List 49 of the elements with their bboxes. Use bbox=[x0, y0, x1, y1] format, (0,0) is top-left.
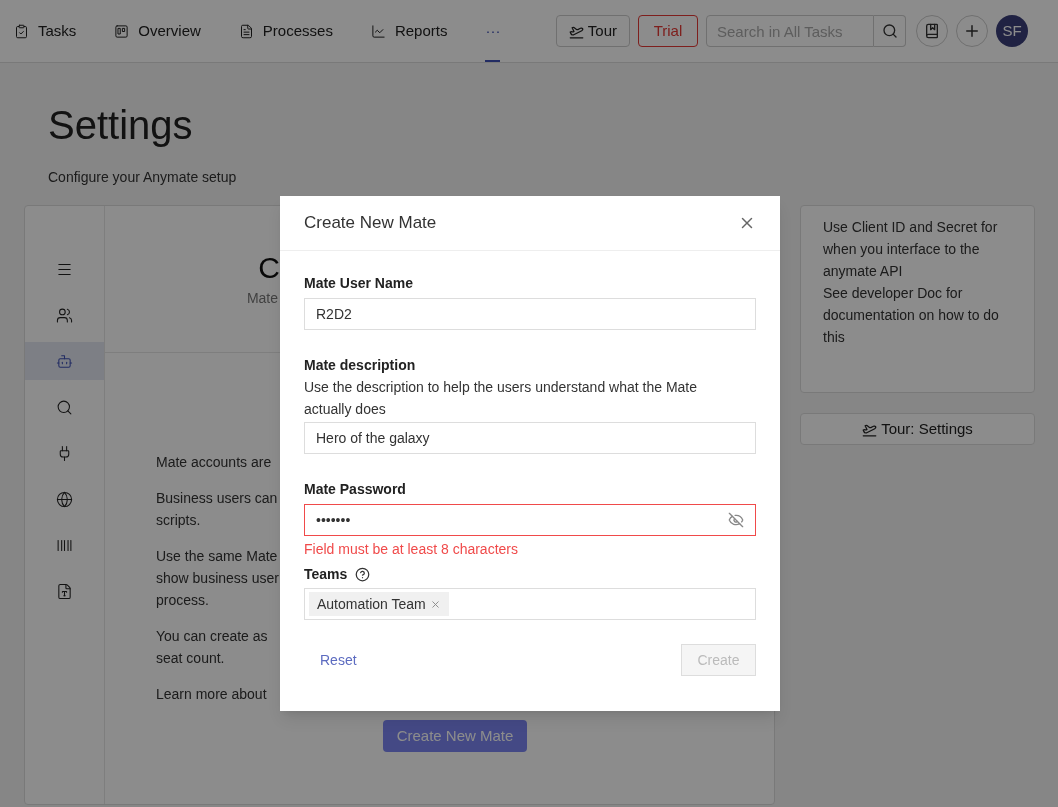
trial-button[interactable]: Trial bbox=[638, 15, 698, 47]
user-avatar[interactable]: SF bbox=[996, 15, 1028, 47]
field-label: Mate Password bbox=[304, 480, 407, 499]
section-heading: C bbox=[258, 250, 280, 286]
page-subtitle: Configure your Anymate setup bbox=[48, 168, 238, 187]
description-field[interactable]: Hero of the galaxy bbox=[304, 422, 756, 454]
line-chart-icon bbox=[370, 23, 386, 39]
section-subheading: Mate bbox=[246, 289, 278, 308]
nav-tab[interactable]: Overview bbox=[114, 0, 201, 62]
reset-button[interactable]: Reset bbox=[320, 649, 357, 671]
search-icon bbox=[56, 398, 73, 416]
book-icon bbox=[924, 23, 940, 39]
search-button[interactable] bbox=[874, 15, 906, 47]
robot-icon bbox=[56, 352, 73, 370]
field-label: Teams bbox=[304, 565, 348, 584]
calendar-check-icon bbox=[14, 23, 29, 39]
dialog-title: Create New Mate bbox=[304, 212, 437, 235]
tour-settings-button[interactable]: Tour: Settings bbox=[800, 413, 1035, 445]
remove-icon[interactable] bbox=[429, 598, 441, 610]
page-title: Settings bbox=[48, 102, 194, 149]
description-paragraph: Use the same Mate show business user process. bbox=[156, 547, 279, 610]
help-icon[interactable] bbox=[355, 567, 371, 582]
description-paragraph: Mate accounts are bbox=[156, 453, 272, 472]
teams-field[interactable]: Automation Team bbox=[304, 588, 756, 620]
nav-tab[interactable]: Reports bbox=[370, 0, 448, 62]
globe-icon bbox=[56, 490, 73, 508]
nav-tab[interactable]: Tasks bbox=[14, 0, 77, 62]
description-paragraph: Business users can scripts. bbox=[156, 489, 278, 530]
tour-button[interactable]: Tour bbox=[555, 15, 630, 47]
username-field[interactable]: R2D2 bbox=[304, 298, 756, 330]
description-paragraph: You can create as seat count. bbox=[156, 627, 268, 668]
plus-icon bbox=[963, 22, 981, 40]
error-message: Field must be at least 8 characters bbox=[304, 540, 519, 559]
nav-tab[interactable]: Processes bbox=[238, 0, 333, 62]
document-list-icon bbox=[238, 23, 254, 39]
team-tag: Automation Team bbox=[309, 592, 449, 616]
board-icon bbox=[114, 23, 130, 39]
field-label: Mate User Name bbox=[304, 274, 414, 293]
sidebar-item[interactable] bbox=[25, 342, 104, 380]
search-icon bbox=[881, 23, 898, 39]
hidden-eye-icon[interactable] bbox=[728, 512, 744, 528]
info-text: Use Client ID and Secret for when you interface to the anymate API bbox=[823, 218, 999, 281]
users-icon bbox=[56, 306, 73, 324]
field-label: Mate description bbox=[304, 356, 417, 375]
field-help-text: Use the description to help the users understand what the Mate actually does bbox=[304, 378, 698, 419]
description-paragraph: Learn more about bbox=[156, 685, 267, 704]
nav-tab[interactable]: ··· bbox=[485, 0, 501, 62]
password-field[interactable]: ••••••• bbox=[304, 504, 756, 536]
info-text: See developer Doc for documentation on how to do this bbox=[823, 284, 1000, 347]
